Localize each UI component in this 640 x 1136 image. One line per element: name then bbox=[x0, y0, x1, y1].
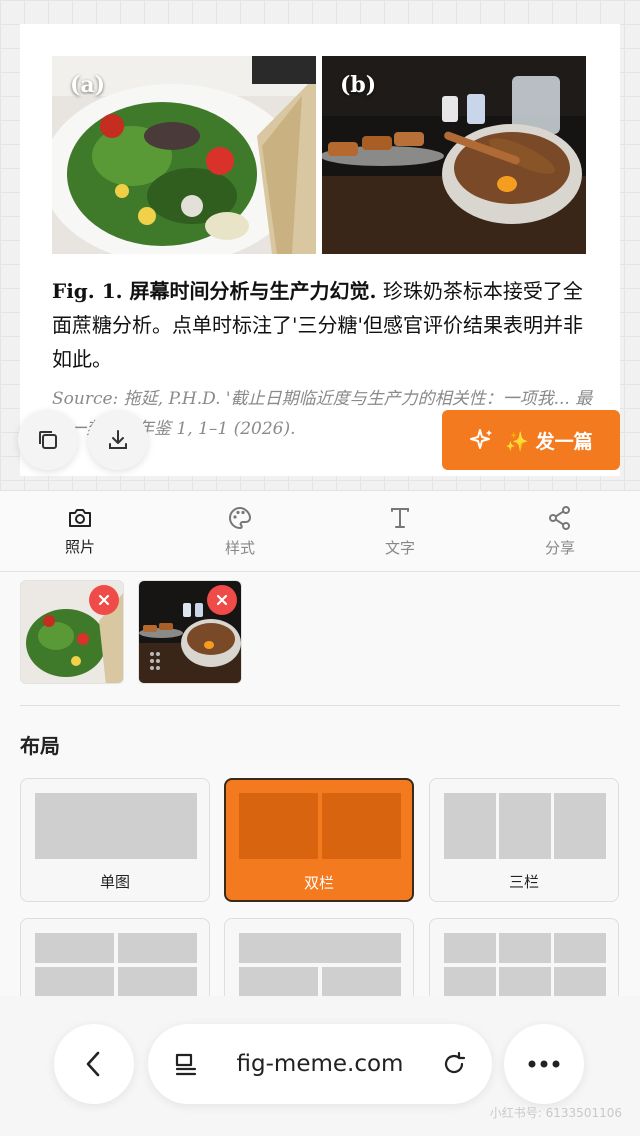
canvas-area: (a) (b) Fig. 1. 屏幕时间分析与生产力幻觉. 珍珠奶茶标本接受了全… bbox=[0, 0, 640, 490]
close-icon bbox=[216, 594, 228, 606]
layout-preview-block bbox=[239, 793, 318, 859]
layout-option-label: 三栏 bbox=[508, 873, 539, 891]
layout-section-title: 布局 bbox=[20, 734, 60, 758]
photo-panel-a: (a) bbox=[52, 56, 316, 254]
palette-icon bbox=[229, 506, 252, 529]
tool-text-label: 文字 bbox=[384, 538, 415, 557]
layout-preview-block bbox=[239, 933, 401, 963]
photo-thumbnail[interactable] bbox=[20, 580, 124, 684]
layout-preview-block bbox=[35, 933, 114, 963]
figure-caption: Fig. 1. 屏幕时间分析与生产力幻觉. 珍珠奶茶标本接受了全面蔗糖分析。点单… bbox=[52, 274, 592, 376]
layout-option-three-column[interactable]: 三栏 bbox=[429, 778, 619, 902]
publish-label: ✨ 发一篇 bbox=[505, 430, 593, 453]
panel-label-a: (a) bbox=[70, 72, 106, 98]
layout-preview-block bbox=[499, 793, 551, 859]
remove-photo-button[interactable] bbox=[207, 585, 237, 615]
layout-preview-block bbox=[35, 967, 114, 997]
remove-photo-button[interactable] bbox=[89, 585, 119, 615]
tool-photo-label: 照片 bbox=[64, 537, 95, 556]
figure-card: (a) (b) Fig. 1. 屏幕时间分析与生产力幻觉. 珍珠奶茶标本接受了全… bbox=[20, 24, 620, 476]
text-icon bbox=[391, 507, 409, 528]
photo-panel-b: (b) bbox=[322, 56, 586, 254]
panel-label-b: (b) bbox=[340, 72, 377, 98]
tool-text[interactable]: 文字 bbox=[320, 491, 480, 571]
layout-preview-block bbox=[554, 933, 606, 963]
more-button[interactable] bbox=[504, 1024, 584, 1104]
reload-icon[interactable] bbox=[440, 1050, 468, 1078]
layout-preview-block bbox=[444, 793, 496, 859]
editor-toolbar: 照片 样式 文字 分享 bbox=[0, 490, 640, 572]
layout-option-label: 双栏 bbox=[303, 874, 334, 892]
download-button[interactable] bbox=[88, 410, 148, 470]
tool-share-label: 分享 bbox=[544, 538, 575, 557]
layout-preview-block bbox=[239, 967, 318, 997]
caption-title: Fig. 1. 屏幕时间分析与生产力幻觉. bbox=[52, 279, 377, 303]
close-icon bbox=[98, 594, 110, 606]
layout-option-single[interactable]: 单图 bbox=[20, 778, 210, 902]
layout-option-label: 单图 bbox=[99, 873, 130, 891]
share-icon bbox=[549, 505, 570, 530]
layout-preview-block bbox=[35, 793, 197, 859]
grip-icon bbox=[150, 652, 160, 670]
copy-button[interactable] bbox=[18, 410, 78, 470]
tool-style[interactable]: 样式 bbox=[160, 491, 320, 571]
more-icon bbox=[528, 1060, 560, 1068]
reader-icon bbox=[175, 1053, 197, 1076]
layout-preview-block bbox=[322, 793, 401, 859]
layout-preview-block bbox=[499, 933, 551, 963]
watermark: 小红书号: 6133501106 bbox=[489, 1106, 622, 1120]
layout-preview-block bbox=[444, 967, 496, 997]
copy-icon bbox=[39, 431, 57, 449]
url-text: fig-meme.com bbox=[236, 1051, 404, 1077]
sparkle-icon bbox=[470, 429, 493, 449]
camera-icon bbox=[69, 508, 91, 527]
tool-style-label: 样式 bbox=[224, 538, 255, 557]
photo-thumbnail[interactable] bbox=[138, 580, 242, 684]
tool-photo[interactable]: 照片 bbox=[0, 491, 160, 571]
address-bar[interactable]: fig-meme.com bbox=[148, 1024, 492, 1104]
layout-preview-block bbox=[444, 933, 496, 963]
layout-option-two-column[interactable]: 双栏 bbox=[224, 778, 414, 902]
publish-button[interactable]: ✨ 发一篇 bbox=[442, 410, 620, 470]
layout-preview-block bbox=[118, 933, 197, 963]
drag-handle[interactable] bbox=[149, 651, 161, 675]
layout-preview-block bbox=[322, 967, 401, 997]
download-icon bbox=[109, 430, 127, 449]
chevron-left-icon bbox=[86, 1051, 100, 1077]
layout-preview-block bbox=[554, 967, 606, 997]
layout-preview-block bbox=[499, 967, 551, 997]
back-button[interactable] bbox=[54, 1024, 134, 1104]
layout-preview-block bbox=[554, 793, 606, 859]
section-divider bbox=[20, 705, 620, 706]
layout-preview-block bbox=[118, 967, 197, 997]
tool-share[interactable]: 分享 bbox=[480, 491, 640, 571]
